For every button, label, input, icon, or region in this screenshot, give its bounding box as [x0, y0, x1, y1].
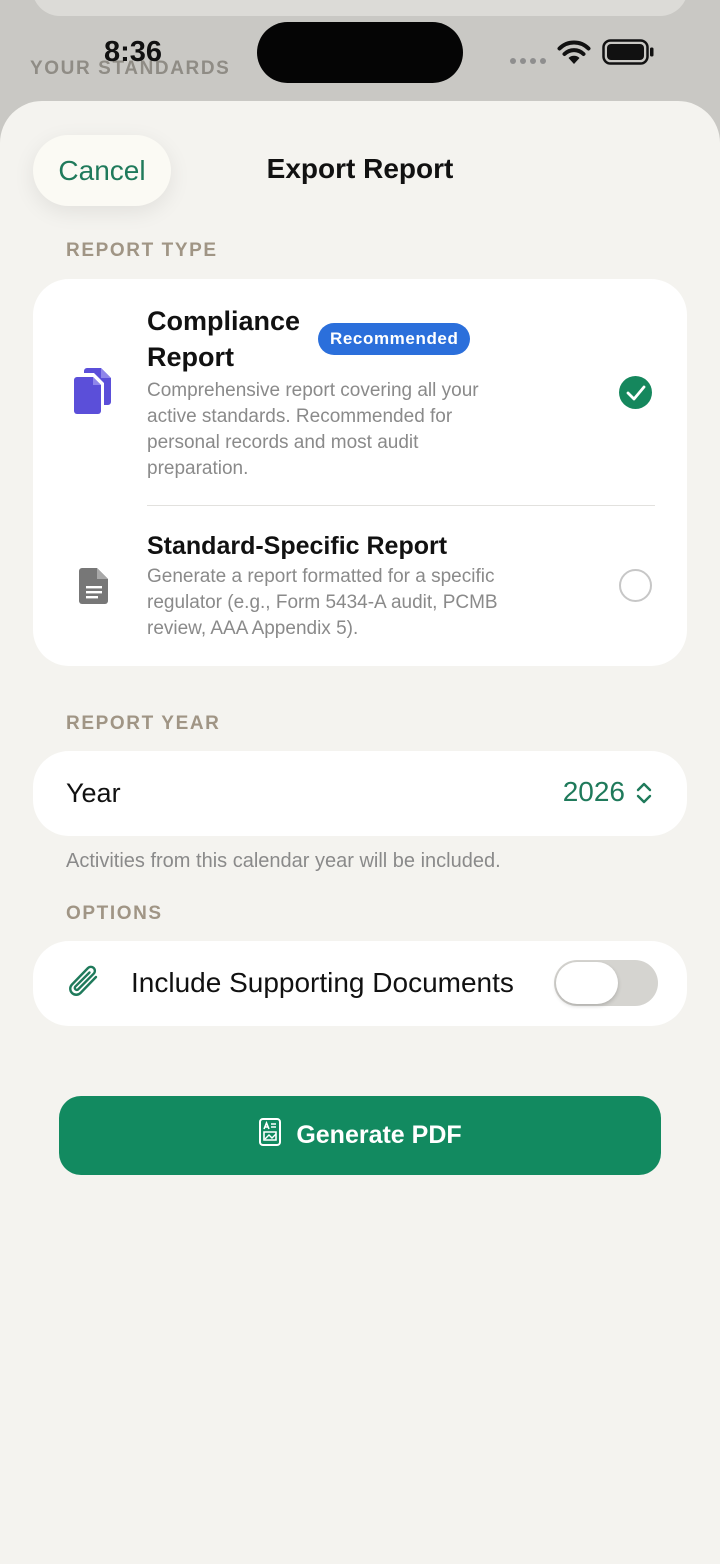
document-icon: [79, 567, 109, 610]
standard-specific-report-description: Generate a report formatted for a specif…: [147, 566, 498, 639]
documents-icon: [73, 367, 113, 420]
toggle-knob: [556, 962, 618, 1004]
pdf-document-icon: [258, 1117, 282, 1154]
report-year-label: REPORT YEAR: [66, 713, 221, 734]
background-card: [32, 0, 688, 16]
recommended-badge: Recommended: [318, 323, 471, 355]
year-picker-row[interactable]: Year 2026: [33, 751, 687, 836]
include-documents-row: Include Supporting Documents: [33, 941, 687, 1026]
year-value[interactable]: 2026: [563, 776, 625, 808]
report-type-card: Compliance Report Recommended Comprehens…: [33, 279, 687, 666]
options-label: OPTIONS: [66, 903, 163, 924]
include-documents-toggle[interactable]: [554, 960, 658, 1006]
year-label: Year: [66, 778, 121, 808]
cellular-icon: [510, 58, 546, 64]
dynamic-island: [257, 22, 463, 83]
compliance-report-title-line2: Report: [147, 342, 234, 372]
report-type-label: REPORT TYPE: [66, 240, 218, 261]
compliance-selected-check-icon[interactable]: [619, 376, 652, 409]
export-sheet: Cancel Export Report REPORT TYPE Complia…: [0, 101, 720, 1564]
wifi-icon: [556, 38, 592, 71]
generate-pdf-button[interactable]: Generate PDF: [59, 1096, 661, 1175]
standard-specific-radio[interactable]: [619, 569, 652, 602]
status-time: 8:36: [104, 36, 163, 68]
standard-specific-report-title: Standard-Specific Report: [147, 532, 448, 560]
compliance-report-description: Comprehensive report covering all your a…: [147, 380, 479, 479]
battery-icon: [602, 38, 654, 71]
compliance-report-title-line1: Compliance: [147, 306, 301, 336]
up-down-chevron-icon[interactable]: [635, 780, 653, 811]
sheet-title: Export Report: [266, 153, 454, 184]
generate-pdf-label: Generate PDF: [296, 1121, 462, 1149]
include-documents-label: Include Supporting Documents: [131, 967, 514, 998]
standard-specific-report-option[interactable]: Standard-Specific Report Generate a repo…: [33, 506, 687, 666]
compliance-report-option[interactable]: Compliance Report Recommended Comprehens…: [33, 279, 687, 505]
paperclip-icon: [65, 963, 103, 1008]
year-footnote: Activities from this calendar year will …: [66, 850, 501, 872]
